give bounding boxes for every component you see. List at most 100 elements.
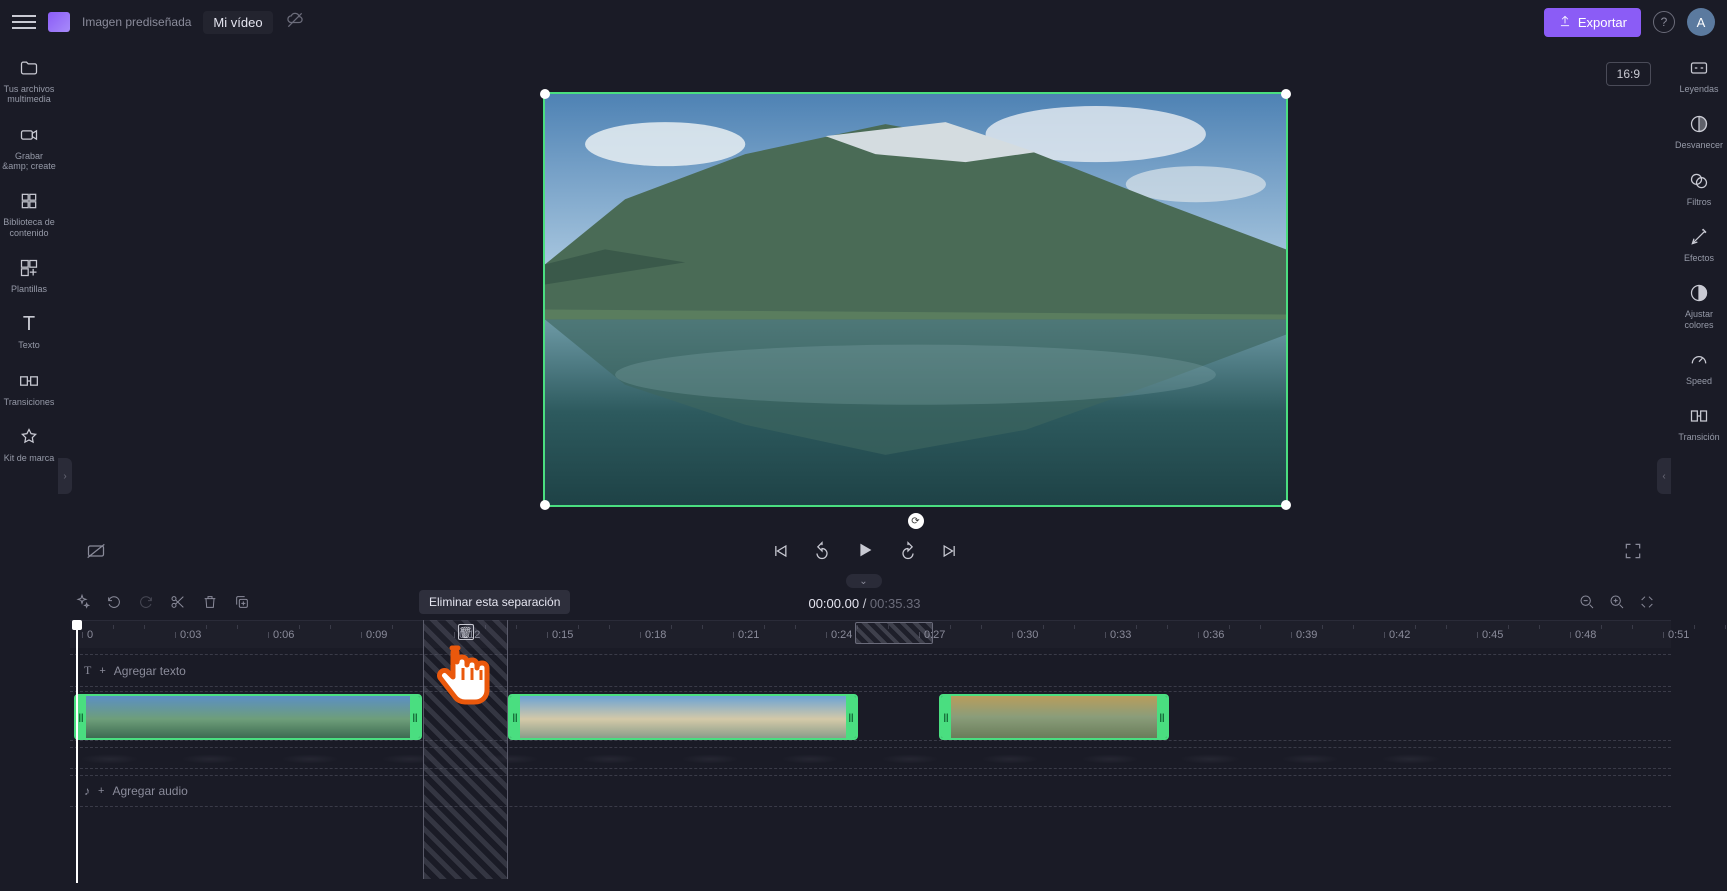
clip-1[interactable]: || || xyxy=(74,694,422,740)
panel-item-adjustcolors[interactable]: Ajustar colores xyxy=(1672,281,1726,330)
user-avatar[interactable]: A xyxy=(1687,8,1715,36)
sidebar-label: Grabar &amp; create xyxy=(1,151,57,172)
add-audio-label: Agregar audio xyxy=(112,784,187,798)
sidebar-label: Kit de marca xyxy=(4,453,55,463)
timeline-body: T + Agregar texto || || || || || || ♪ + … xyxy=(70,648,1671,891)
preview-content xyxy=(545,94,1286,505)
camera-icon xyxy=(17,123,41,147)
delete-button[interactable] xyxy=(202,594,218,613)
panel-label: Ajustar colores xyxy=(1672,309,1726,330)
sidebar-item-text[interactable]: T Texto xyxy=(1,312,57,350)
panel-label: Leyendas xyxy=(1679,84,1718,94)
panel-item-transition[interactable]: Transición xyxy=(1672,404,1726,442)
plus-icon: + xyxy=(99,665,105,677)
resize-handle-tr[interactable] xyxy=(1281,89,1291,99)
gap-tooltip: Eliminar esta separación xyxy=(419,590,570,614)
zoom-in-button[interactable] xyxy=(1609,594,1625,613)
resize-handle-tl[interactable] xyxy=(540,89,550,99)
export-label: Exportar xyxy=(1578,15,1627,30)
sidebar-item-brandkit[interactable]: Kit de marca xyxy=(1,425,57,463)
panel-item-speed[interactable]: Speed xyxy=(1672,348,1726,386)
playhead-line xyxy=(76,628,78,883)
aspect-ratio-button[interactable]: 16:9 xyxy=(1606,62,1651,86)
help-button[interactable]: ? xyxy=(1653,11,1675,33)
project-name-input[interactable]: Mi vídeo xyxy=(203,11,272,34)
export-button[interactable]: Exportar xyxy=(1544,8,1641,37)
sidebar-item-media[interactable]: Tus archivos multimedia xyxy=(1,56,57,105)
resize-handle-br[interactable] xyxy=(1281,500,1291,510)
panel-label: Filtros xyxy=(1687,197,1712,207)
app-topbar: Imagen prediseñada Mi vídeo Exportar ? A xyxy=(0,0,1727,44)
panel-label: Desvanecer xyxy=(1675,140,1723,150)
seek-back-button[interactable] xyxy=(812,541,832,566)
clip-3[interactable]: || || xyxy=(939,694,1169,740)
media-folder-icon xyxy=(17,56,41,80)
timeline-collapse-handle[interactable]: ⌄ xyxy=(846,574,882,588)
magic-button[interactable] xyxy=(74,594,90,613)
brandkit-icon xyxy=(17,425,41,449)
clip-handle-right[interactable]: || xyxy=(410,696,420,738)
cloud-sync-icon[interactable] xyxy=(285,10,305,35)
sidebar-label: Plantillas xyxy=(11,284,47,294)
preset-label: Imagen prediseñada xyxy=(82,15,191,29)
left-sidebar: Tus archivos multimedia Grabar &amp; cre… xyxy=(0,44,58,891)
transition-icon xyxy=(1687,404,1711,428)
clip-2[interactable]: || || xyxy=(508,694,858,740)
plus-icon: + xyxy=(98,785,104,797)
undo-button[interactable] xyxy=(106,594,122,613)
skip-forward-button[interactable] xyxy=(940,541,960,566)
sidebar-label: Biblioteca de contenido xyxy=(1,217,57,238)
clip-handle-left[interactable]: || xyxy=(510,696,520,738)
clip-handle-right[interactable]: || xyxy=(1157,696,1167,738)
split-button[interactable] xyxy=(170,594,186,613)
panel-item-effects[interactable]: Efectos xyxy=(1672,225,1726,263)
menu-button[interactable] xyxy=(12,10,36,34)
audio-track[interactable]: ♪ + Agregar audio xyxy=(70,775,1671,807)
sidebar-label: Tus archivos multimedia xyxy=(1,84,57,105)
app-logo-icon xyxy=(48,12,70,32)
sidebar-item-record[interactable]: Grabar &amp; create xyxy=(1,123,57,172)
zoom-fit-button[interactable] xyxy=(1639,594,1655,613)
play-button[interactable] xyxy=(854,539,876,567)
seek-forward-button[interactable] xyxy=(898,541,918,566)
timeline-time-display: 00:00.00 / 00:35.33 xyxy=(808,596,920,611)
text-track[interactable]: T + Agregar texto xyxy=(70,654,1671,687)
timeline-gap[interactable]: 🗑 xyxy=(423,620,508,879)
zoom-out-button[interactable] xyxy=(1579,594,1595,613)
fullscreen-button[interactable] xyxy=(1613,541,1643,566)
library-icon xyxy=(17,189,41,213)
add-text-label: Agregar texto xyxy=(114,664,186,678)
effects-icon xyxy=(1687,225,1711,249)
video-track[interactable]: || || || || || || xyxy=(70,691,1671,741)
panel-label: Speed xyxy=(1686,376,1712,386)
preview-area: 16:9 ⟳ xyxy=(58,44,1671,554)
safe-zone-toggle[interactable] xyxy=(86,541,116,566)
text-icon: T xyxy=(17,312,41,336)
sidebar-item-templates[interactable]: Plantillas xyxy=(1,256,57,294)
duplicate-button[interactable] xyxy=(234,594,250,613)
panel-item-captions[interactable]: Leyendas xyxy=(1672,56,1726,94)
selected-range[interactable] xyxy=(855,622,933,644)
panel-item-fade[interactable]: Desvanecer xyxy=(1672,112,1726,150)
panel-label: Efectos xyxy=(1684,253,1714,263)
upload-icon xyxy=(1558,14,1572,31)
clip-handle-right[interactable]: || xyxy=(846,696,856,738)
music-icon: ♪ xyxy=(84,784,90,798)
clip-handle-left[interactable]: || xyxy=(941,696,951,738)
rotate-handle[interactable]: ⟳ xyxy=(908,513,924,529)
captions-icon xyxy=(1687,56,1711,80)
resize-handle-bl[interactable] xyxy=(540,500,550,510)
panel-item-filters[interactable]: Filtros xyxy=(1672,169,1726,207)
transitions-icon xyxy=(17,369,41,393)
skip-back-button[interactable] xyxy=(770,541,790,566)
sidebar-item-library[interactable]: Biblioteca de contenido xyxy=(1,189,57,238)
preview-frame[interactable]: ⟳ xyxy=(543,92,1288,507)
right-sidebar: Leyendas Desvanecer Filtros Efectos Ajus… xyxy=(1671,44,1727,891)
redo-button[interactable] xyxy=(138,594,154,613)
sidebar-item-transitions[interactable]: Transiciones xyxy=(1,369,57,407)
trash-icon[interactable]: 🗑 xyxy=(458,624,474,640)
speedometer-icon xyxy=(1687,348,1711,372)
sidebar-label: Texto xyxy=(18,340,40,350)
halfcircle-icon xyxy=(1687,281,1711,305)
audio-track-placeholder xyxy=(70,747,1671,769)
